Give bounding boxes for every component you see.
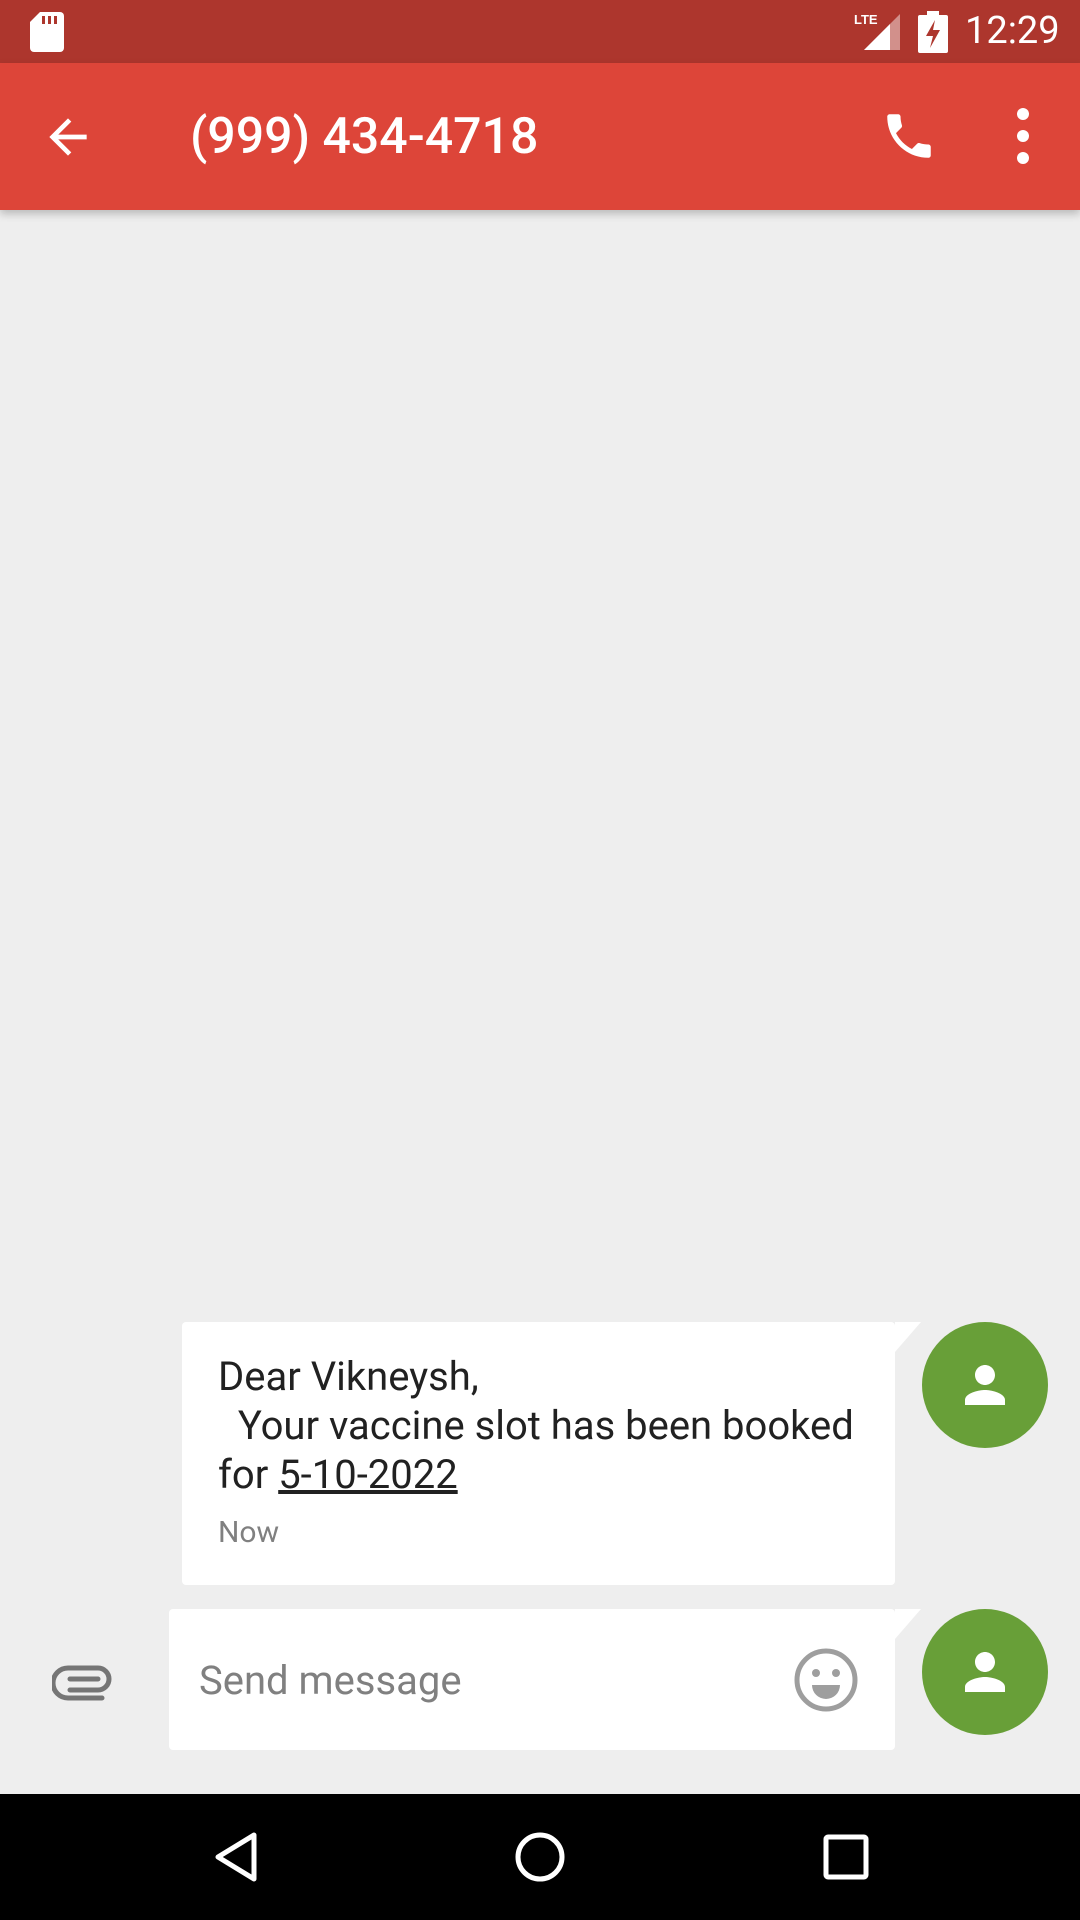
back-arrow-icon[interactable] — [40, 109, 96, 165]
nav-home-icon[interactable] — [512, 1829, 568, 1885]
emoji-icon[interactable] — [793, 1647, 859, 1713]
more-vert-icon[interactable] — [1010, 103, 1036, 169]
battery-charging-icon — [918, 11, 948, 53]
compose-box — [169, 1609, 895, 1750]
phone-icon[interactable] — [880, 107, 938, 165]
svg-text:LTE: LTE — [854, 12, 878, 27]
person-icon — [965, 1652, 1005, 1692]
sd-card-icon — [30, 12, 64, 52]
status-clock: 12:29 — [965, 9, 1060, 53]
nav-recents-icon[interactable] — [818, 1829, 874, 1885]
contact-avatar[interactable] — [922, 1322, 1048, 1448]
message-text: Dear Vikneysh, Your vaccine slot has bee… — [218, 1352, 868, 1499]
bubble-tail — [895, 1322, 921, 1352]
message-bubble[interactable]: Dear Vikneysh, Your vaccine slot has bee… — [182, 1322, 895, 1585]
message-timestamp: Now — [218, 1515, 280, 1550]
person-icon — [965, 1365, 1005, 1405]
status-bar: LTE 12:29 — [0, 0, 1080, 63]
self-avatar[interactable] — [922, 1609, 1048, 1735]
system-nav-bar — [0, 1794, 1080, 1920]
conversation-title: (999) 434-4718 — [190, 108, 539, 166]
signal-icon: LTE — [854, 12, 900, 50]
nav-back-icon[interactable] — [210, 1829, 266, 1885]
app-toolbar: (999) 434-4718 — [0, 63, 1080, 210]
compose-tail — [895, 1609, 921, 1639]
attachment-icon[interactable] — [52, 1655, 114, 1703]
message-date-link[interactable]: 5-10-2022 — [278, 1451, 457, 1498]
message-input[interactable] — [197, 1644, 761, 1716]
